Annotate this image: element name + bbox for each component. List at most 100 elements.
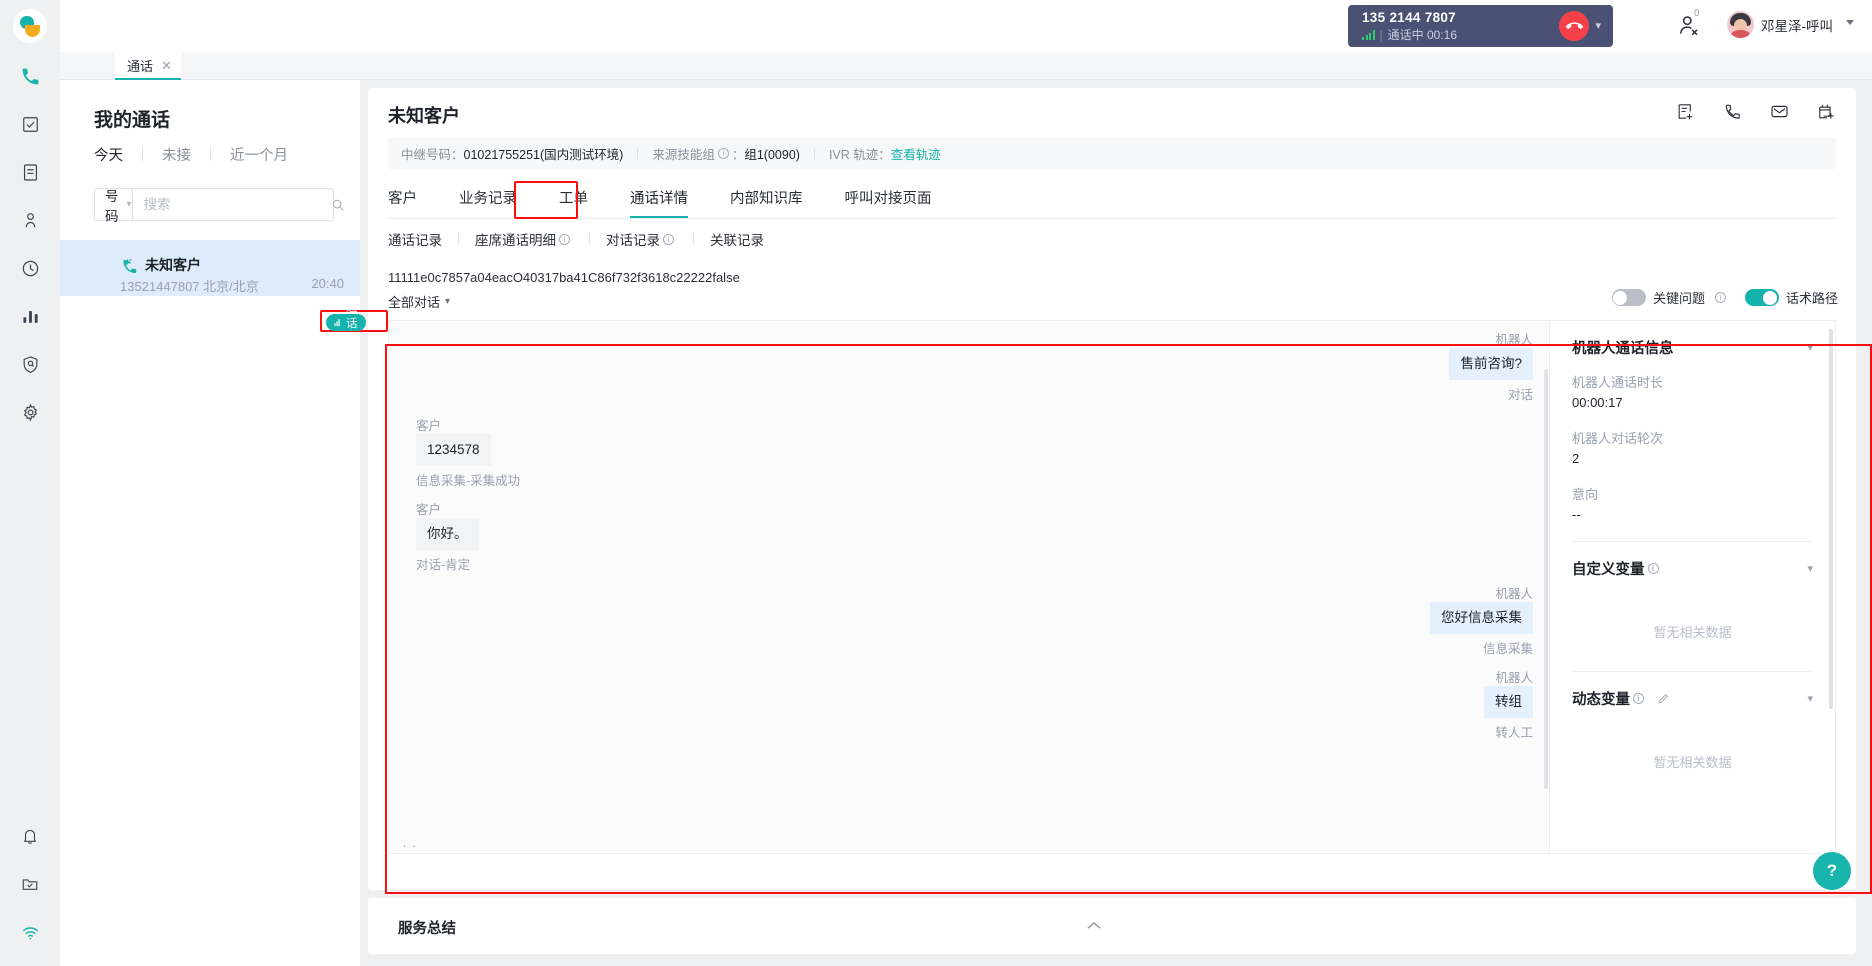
search-field-select[interactable]: 号码 ▾ [95,189,133,224]
sidebar-item-history[interactable] [0,244,60,292]
subtab-related-records[interactable]: 关联记录 [710,229,764,249]
chevron-down-icon[interactable]: ▾ [1807,341,1813,354]
skill-group-label: 来源技能组 [652,148,715,162]
toggle-script-path[interactable]: 话术路径 [1744,288,1838,307]
chat-message: 客户 1234578 信息采集-采集成功 [416,415,520,489]
search-bar: 号码 ▾ [94,188,344,224]
tab-call-integration-page[interactable]: 呼叫对接页面 [845,181,932,208]
add-record-icon[interactable] [1676,102,1695,126]
conversation-toggles: 关键问题 i 话术路径 [1611,288,1838,307]
field-value: 00:00:17 [1572,395,1623,410]
chat-message: 机器人 售前咨询? 对话 [1449,329,1533,403]
signal-bars-icon [1362,30,1375,40]
view-trace-link[interactable]: 查看轨迹 [891,144,941,163]
message-sender: 机器人 [1495,333,1533,347]
avatar[interactable] [1727,11,1754,38]
tab-knowledge-base[interactable]: 内部知识库 [730,181,803,208]
sidebar-item-tasks[interactable] [0,100,60,148]
toggle-switch-on[interactable] [1744,289,1779,306]
section-title: 动态变量 [1572,691,1630,708]
info-icon[interactable]: i [663,233,674,245]
call-state-text: 通话中 00:16 [1387,28,1457,42]
toggle-label: 话术路径 [1785,291,1838,306]
message-tag: 信息采集 [1482,642,1533,656]
caret-down-icon[interactable] [1846,20,1854,25]
hangup-phone-icon[interactable] [1559,11,1590,41]
field-intent: 意向 -- [1572,485,1813,525]
subtab-dialog-records[interactable]: 对话记录 [606,229,660,249]
chat-scrollbar[interactable] [1544,369,1548,789]
toggle-switch-off[interactable] [1611,289,1646,306]
sidebar-item-notifications[interactable] [0,812,60,860]
info-icon[interactable]: i [717,148,729,159]
message-tag: 对话-肯定 [416,558,471,572]
status-badge-label: 通话中 [346,301,358,346]
page-title: 我的通话 [94,110,171,131]
filter-missed[interactable]: 未接 [143,144,210,165]
active-call-pill[interactable]: 135 2144 7807 | 通话中 00:16 ▾ [1348,5,1613,47]
loading-dots-icon: .. [403,836,422,850]
sidebar-item-phone[interactable] [0,52,60,100]
tab-business-records[interactable]: 业务记录 [459,181,517,208]
list-item[interactable]: 未知客户 13521447807 北京/北京 20:40 [60,240,360,296]
message-tag: 对话 [1507,388,1533,402]
toggle-key-questions[interactable]: 关键问题 i [1611,288,1729,307]
close-icon[interactable]: ✕ [161,59,172,72]
tab-customer[interactable]: 客户 [388,181,417,208]
info-icon[interactable]: i [1633,692,1644,704]
section-header[interactable]: 机器人通话信息 ▾ [1572,321,1813,373]
sidebar-item-network[interactable] [0,908,60,956]
info-icon[interactable]: i [559,233,570,245]
message-bubble: 转组 [1484,686,1533,718]
info-icon[interactable]: i [1647,562,1659,574]
divider [637,147,639,160]
status-badge: 通话中 [326,302,366,346]
colon: ： [731,148,745,162]
sidebar-item-contacts[interactable] [0,196,60,244]
left-rail [0,52,60,966]
section-title: 机器人通话信息 [1572,340,1674,357]
subtab-call-records[interactable]: 通话记录 [388,229,442,249]
chevron-up-icon[interactable] [1086,918,1102,936]
search-input[interactable] [132,197,321,212]
user-name[interactable]: 邓星泽-呼叫 [1761,15,1833,35]
section-header[interactable]: 自定义变量 i ▾ [1572,542,1813,594]
search-icon[interactable] [321,198,355,212]
add-calendar-icon[interactable] [1817,102,1836,126]
section-custom-variables: 自定义变量 i ▾ 暂无相关数据 [1550,542,1835,665]
app-logo [0,0,60,52]
highlight-box-active-tab [514,181,578,219]
filter-last-month[interactable]: 近一个月 [211,144,307,165]
list-item-meta: 13521447807 北京/北京 [120,279,259,294]
message-bubble: 您好信息采集 [1430,602,1533,634]
tab-通话[interactable]: 通话 ✕ [115,52,181,80]
subtab-agent-call-detail[interactable]: 座席通话明细 [475,229,556,249]
section-dynamic-variables: 动态变量 i ▾ 暂无相关数据 [1550,672,1835,795]
chevron-down-icon: ▾ [445,296,451,307]
message-sender: 机器人 [1495,671,1533,685]
divider [693,233,694,245]
section-robot-call-info: 机器人通话信息 ▾ 机器人通话时长 00:00:17 机器人对话轮次 2 意向 … [1550,321,1835,525]
service-summary-bar: 服务总结 [368,898,1856,954]
sidebar-item-analytics[interactable] [0,292,60,340]
filter-today[interactable]: 今天 [94,144,142,165]
info-icon[interactable]: i [1714,292,1726,303]
chevron-down-icon[interactable]: ▾ [1595,20,1601,32]
message-bubble: 售前咨询? [1449,348,1533,380]
sidebar-item-settings[interactable] [0,388,60,436]
sidebar-item-quality-shield[interactable] [0,340,60,388]
section-header[interactable]: 动态变量 i ▾ [1572,672,1813,724]
mail-envelope-icon[interactable] [1770,102,1789,126]
panel-scrollbar[interactable] [1829,329,1833,709]
chevron-down-icon[interactable]: ▾ [1807,692,1813,705]
tab-strip: 通话 ✕ [60,52,1872,80]
sidebar-item-folder-check[interactable] [0,860,60,908]
sidebar-item-documents[interactable] [0,148,60,196]
help-question-icon[interactable]: ? [1813,852,1851,890]
edit-pencil-icon[interactable] [1657,692,1670,705]
chevron-down-icon[interactable]: ▾ [1807,562,1813,575]
divider [458,233,459,245]
dialog-scope-select[interactable]: 全部对话 ▾ [388,292,450,311]
phone-call-icon[interactable] [1723,102,1742,126]
tab-call-detail[interactable]: 通话详情 [630,181,688,218]
